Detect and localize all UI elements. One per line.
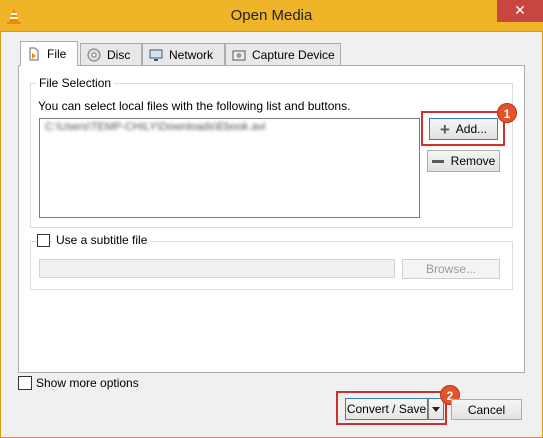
tab-network[interactable]: Network — [142, 43, 225, 65]
remove-button[interactable]: Remove — [427, 150, 500, 172]
subtitle-checkbox[interactable] — [37, 234, 50, 247]
close-button[interactable]: ✕ — [497, 0, 543, 22]
tab-capture-label: Capture Device — [252, 47, 335, 62]
window-title: Open Media — [230, 7, 313, 24]
tab-disc-label: Disc — [107, 47, 131, 62]
capture-device-icon — [232, 50, 246, 60]
disc-icon — [87, 48, 101, 61]
minus-icon — [431, 159, 444, 163]
browse-button[interactable]: Browse... — [402, 259, 500, 279]
file-selection-label: File Selection — [36, 76, 115, 90]
file-icon — [29, 47, 39, 61]
network-icon — [149, 49, 163, 61]
tab-network-label: Network — [169, 47, 214, 62]
show-more-options-checkbox[interactable] — [18, 376, 32, 390]
subtitle-path-input — [39, 259, 395, 278]
tab-capture-device[interactable]: Capture Device — [225, 43, 341, 65]
highlight-box-convert — [336, 391, 447, 425]
tab-file[interactable]: File — [20, 41, 78, 66]
cancel-button[interactable]: Cancel — [451, 399, 522, 420]
tab-disc[interactable]: Disc — [80, 43, 142, 65]
subtitle-checkbox-label[interactable]: Use a subtitle file — [53, 233, 151, 247]
file-selection-hint: You can select local files with the foll… — [38, 99, 351, 113]
tab-file-label: File — [47, 47, 67, 61]
list-item[interactable]: C:\Users\TEMP-CHILY\Downloads\Ebook.avi — [45, 121, 265, 133]
remove-button-label: Remove — [450, 154, 496, 168]
step-marker-1: 1 — [497, 103, 517, 123]
file-list[interactable] — [39, 118, 420, 218]
highlight-box-add — [421, 111, 505, 146]
show-more-options-label[interactable]: Show more options — [36, 376, 139, 390]
